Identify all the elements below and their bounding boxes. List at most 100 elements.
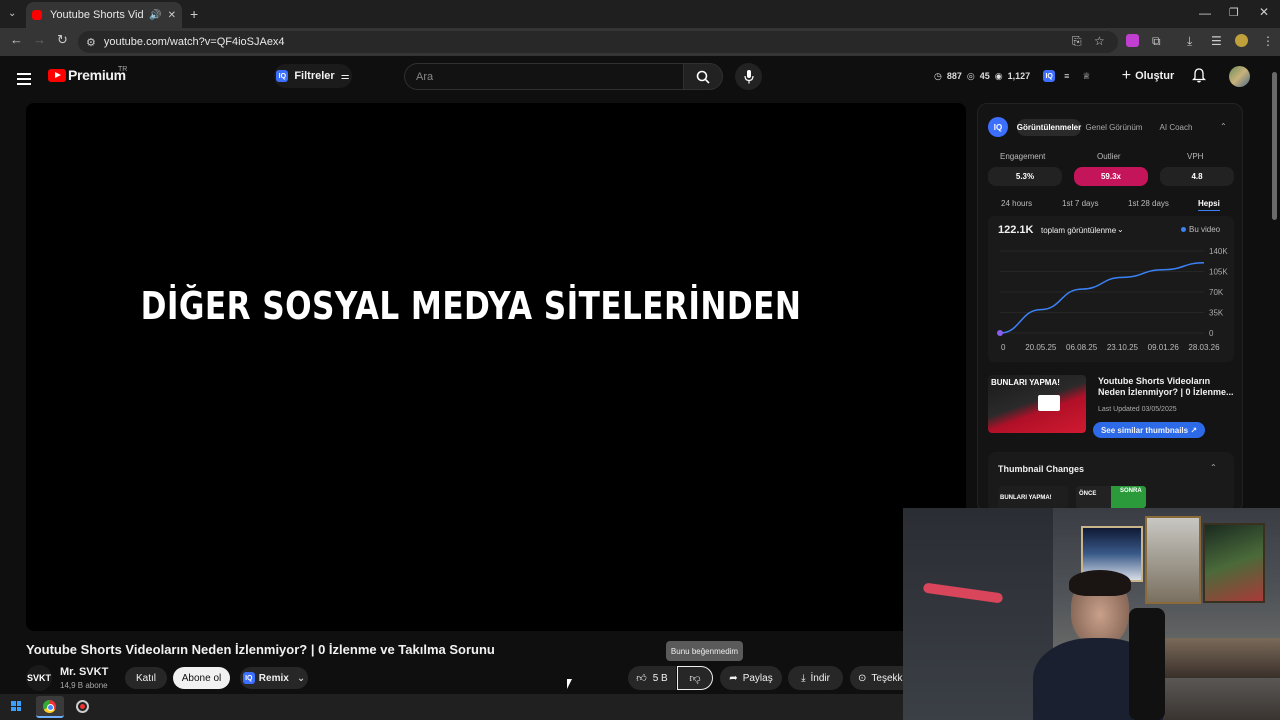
dislike-button[interactable]: 👎︎ bbox=[677, 666, 713, 690]
install-icon[interactable]: ⎘ bbox=[1072, 34, 1082, 49]
chart-x-tick-label: 23.10.25 bbox=[1107, 343, 1139, 352]
thumbnail-change-1[interactable]: BUNLARI YAPMA! bbox=[998, 486, 1068, 508]
webcam-painting-3 bbox=[1203, 523, 1265, 603]
tab-ai-coach[interactable]: AI Coach bbox=[1150, 119, 1202, 136]
chart-x-tick-label: 28.03.26 bbox=[1188, 343, 1220, 352]
search-button[interactable] bbox=[683, 63, 723, 90]
list-icon[interactable]: ≡ bbox=[1064, 71, 1069, 81]
subscriber-count: 14,9 B abone bbox=[60, 681, 108, 690]
youtube-logo-icon[interactable] bbox=[48, 69, 66, 82]
url-input[interactable]: ⚙ youtube.com/watch?v=QF4ioSJAex4 bbox=[78, 31, 1118, 53]
header-stats: ◷ 887 ◎ 45 ◉ 1,127 IQ ≡ ♕ bbox=[934, 70, 1091, 82]
thanks-button[interactable]: ⊙ Teşekk bbox=[850, 666, 910, 690]
range-all[interactable]: Hepsi bbox=[1198, 199, 1220, 211]
back-icon[interactable]: ← bbox=[10, 32, 23, 47]
windows-start-icon[interactable] bbox=[11, 701, 21, 711]
region-code: TR bbox=[118, 66, 128, 73]
chart-x-tick-label: 06.08.25 bbox=[1066, 343, 1098, 352]
sliders-icon: ⚌ bbox=[340, 70, 350, 82]
reading-list-icon[interactable]: ☰ bbox=[1211, 34, 1222, 48]
bookmark-star-icon[interactable]: ☆ bbox=[1094, 34, 1105, 48]
trophy-icon[interactable]: ♕ bbox=[1082, 71, 1090, 82]
webcam-painting-2 bbox=[1145, 516, 1201, 604]
see-similar-thumbnails-button[interactable]: See similar thumbnails ↗ bbox=[1093, 422, 1205, 438]
filters-button[interactable]: IQ Filtreler ⚌ bbox=[274, 64, 352, 88]
search-input[interactable]: Ara bbox=[404, 63, 684, 90]
extension-iq-icon[interactable] bbox=[1126, 34, 1139, 47]
notifications-bell-icon[interactable] bbox=[1191, 68, 1207, 86]
microphone-icon bbox=[743, 69, 754, 83]
youtube-favicon-icon bbox=[32, 10, 42, 20]
collapse-chevron-icon[interactable]: ⌃ bbox=[1220, 122, 1227, 131]
thumbs-up-icon: 👍︎ bbox=[636, 673, 647, 684]
chart-x-tick-label: 20.05.25 bbox=[1025, 343, 1057, 352]
download-button[interactable]: ⤓ İndir bbox=[788, 666, 843, 690]
range-24h[interactable]: 24 hours bbox=[1001, 199, 1032, 208]
reload-icon[interactable]: ↻ bbox=[57, 32, 68, 48]
stat-b: 45 bbox=[979, 71, 990, 81]
chart-point bbox=[997, 330, 1003, 336]
remix-button[interactable]: IQ Remix ⌄ bbox=[240, 667, 308, 689]
range-7d[interactable]: 1st 7 days bbox=[1062, 199, 1098, 208]
iq-header-icon[interactable]: IQ bbox=[1043, 70, 1056, 82]
new-tab-icon[interactable]: + bbox=[190, 6, 198, 22]
video-player[interactable] bbox=[26, 103, 966, 631]
more-menu-icon[interactable]: ⋮ bbox=[1262, 34, 1274, 48]
minimize-icon[interactable]: — bbox=[1199, 6, 1211, 20]
downloads-icon[interactable]: ⤓ bbox=[1187, 34, 1192, 49]
channel-avatar[interactable]: SVKT bbox=[26, 665, 52, 691]
chart-y-tick-label: 35K bbox=[1209, 309, 1224, 318]
site-info-icon[interactable]: ⚙ bbox=[86, 36, 96, 49]
scrollbar-thumb[interactable] bbox=[1272, 72, 1277, 220]
restore-icon[interactable]: ❐ bbox=[1229, 6, 1239, 19]
tab-search-icon[interactable]: ⌄ bbox=[8, 8, 16, 19]
thumbnail-card bbox=[1038, 395, 1060, 411]
extensions-puzzle-icon[interactable]: ⧉ bbox=[1152, 34, 1161, 49]
profile-icon[interactable] bbox=[1235, 34, 1248, 47]
thumbnail-change-2-text-a: ÖNCE bbox=[1079, 491, 1097, 497]
create-label: Oluştur bbox=[1135, 70, 1175, 82]
hamburger-menu-icon[interactable] bbox=[17, 70, 31, 88]
video-overlay-text: DİĞER SOSYAL MEDYA SİTELERİNDEN bbox=[140, 284, 802, 328]
thumbnail-changes-chevron-icon[interactable]: ⌃ bbox=[1210, 463, 1217, 472]
chart-x-tick-label: 09.01.26 bbox=[1148, 343, 1180, 352]
views-dropdown[interactable]: toplam görüntülenme bbox=[1041, 226, 1116, 235]
chart-y-tick-label: 70K bbox=[1209, 288, 1224, 297]
last-updated: Last Updated 03/05/2025 bbox=[1098, 406, 1177, 413]
video-title: Youtube Shorts Videoların Neden İzlenmiy… bbox=[26, 642, 495, 657]
thumbnail-change-2[interactable]: ÖNCE SONRA bbox=[1076, 486, 1146, 508]
thumbnail-text: BUNLARI YAPMA! bbox=[991, 378, 1060, 387]
thumbs-down-icon: 👎︎ bbox=[689, 672, 701, 685]
iq-badge-icon: IQ bbox=[276, 70, 289, 82]
browser-tab[interactable]: Youtube Shorts Videoların İ 🔊 ✕ bbox=[26, 2, 182, 28]
join-button[interactable]: Katıl bbox=[125, 667, 167, 689]
thumbnail-preview[interactable]: BUNLARI YAPMA! bbox=[988, 375, 1086, 433]
thumbnail-changes-title: Thumbnail Changes bbox=[998, 464, 1085, 474]
tab-views[interactable]: Görüntülenmeler bbox=[1017, 119, 1081, 136]
subscribe-button[interactable]: Abone ol bbox=[173, 667, 230, 689]
range-28d[interactable]: 1st 28 days bbox=[1128, 199, 1169, 208]
voice-search-button[interactable] bbox=[735, 63, 762, 90]
like-count: 5 B bbox=[652, 672, 668, 684]
chart-y-tick-label: 105K bbox=[1209, 268, 1228, 277]
views-dropdown-chevron-icon[interactable]: ⌄ bbox=[1117, 225, 1124, 234]
like-button[interactable]: 👍︎ 5 B bbox=[628, 666, 676, 690]
speaker-icon[interactable]: 🔊 bbox=[149, 10, 161, 21]
channel-name[interactable]: Mr. SVKT bbox=[60, 666, 108, 678]
url-text: youtube.com/watch?v=QF4ioSJAex4 bbox=[103, 36, 285, 48]
webcam-chair bbox=[1129, 608, 1165, 720]
create-button[interactable]: + Oluştur bbox=[1118, 64, 1178, 88]
webcam-window-bg bbox=[903, 508, 1053, 720]
iq-panel-logo-icon: IQ bbox=[988, 117, 1008, 137]
close-window-icon[interactable]: ✕ bbox=[1259, 5, 1269, 19]
mouse-cursor-icon bbox=[567, 679, 577, 689]
recorder-icon[interactable] bbox=[76, 700, 89, 713]
thumbnail-title[interactable]: Youtube Shorts Videoların Neden İzlenmiy… bbox=[1098, 376, 1234, 398]
chevron-down-icon: ⌄ bbox=[296, 672, 306, 684]
stat-a: 887 bbox=[946, 71, 962, 81]
tab-overview[interactable]: Genel Görünüm bbox=[1083, 119, 1145, 136]
user-avatar[interactable] bbox=[1229, 66, 1250, 87]
close-tab-icon[interactable]: ✕ bbox=[168, 10, 176, 21]
share-button[interactable]: ➦ Paylaş bbox=[720, 666, 782, 690]
forward-icon[interactable]: → bbox=[33, 32, 46, 47]
